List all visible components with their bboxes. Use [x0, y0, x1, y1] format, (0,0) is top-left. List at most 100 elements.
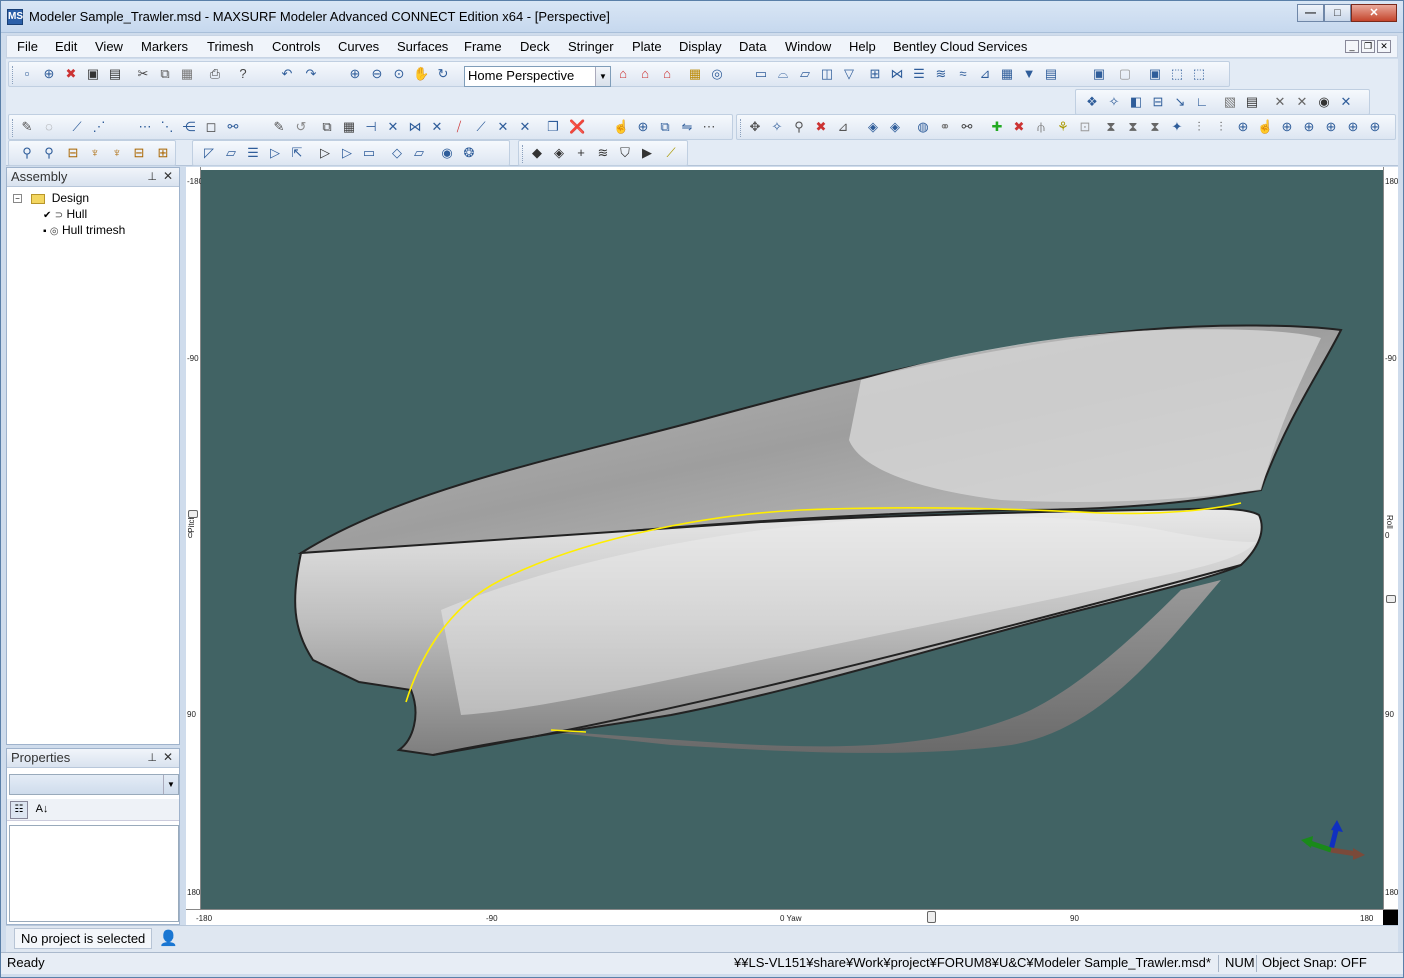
toolbar-grip[interactable] — [522, 145, 525, 163]
pan-icon[interactable]: ✋ — [413, 66, 429, 82]
control-points-icon[interactable]: ⊞ — [867, 66, 883, 82]
copy-curve-icon[interactable]: ⧉ — [319, 119, 335, 135]
surface-options-icon[interactable]: ⊕ — [1367, 119, 1383, 135]
app-icon[interactable]: MS — [7, 9, 23, 25]
waterlines-icon[interactable]: ≈ — [955, 66, 971, 82]
info-icon[interactable]: ⊡ — [1077, 119, 1093, 135]
menu-curves[interactable]: Curves — [338, 39, 379, 54]
menu-plate[interactable]: Plate — [632, 39, 662, 54]
menu-deck[interactable]: Deck — [520, 39, 550, 54]
tree-item-hull-trimesh[interactable]: ▪ ◎ Hull trimesh — [43, 223, 125, 237]
play-icon[interactable]: ▷ — [317, 145, 333, 161]
menu-help[interactable]: Help — [849, 39, 876, 54]
arc-icon[interactable]: ◌ — [41, 119, 57, 135]
menu-frame[interactable]: Frame — [464, 39, 502, 54]
stringer-icon[interactable]: ⊟ — [1150, 94, 1166, 110]
menu-display[interactable]: Display — [679, 39, 722, 54]
molecule-icon[interactable]: ❂ — [461, 145, 477, 161]
new-design-icon[interactable]: ⊕ — [41, 66, 57, 82]
light-icon[interactable]: ⟋ — [663, 145, 679, 161]
assembly-icon[interactable]: ▦ — [687, 66, 703, 82]
line-icon[interactable]: ⟋ — [69, 119, 85, 135]
plus-icon[interactable]: + — [573, 145, 589, 161]
toolbar-grip[interactable] — [12, 119, 15, 137]
body-plan-view-icon[interactable]: ◫ — [819, 66, 835, 82]
transform-icon[interactable]: ✦ — [1169, 119, 1185, 135]
set-home-icon[interactable]: ⌂ — [637, 66, 653, 82]
help-icon[interactable]: ? — [235, 66, 251, 82]
perspective-view-icon[interactable]: ▭ — [753, 66, 769, 82]
explode-icon[interactable]: ⇱ — [289, 145, 305, 161]
zoom-out-icon[interactable]: ⊖ — [369, 66, 385, 82]
select-vis-icon[interactable]: ♆ — [109, 145, 125, 161]
table-icon[interactable]: ▦ — [999, 66, 1015, 82]
align-column-icon[interactable]: ⧗ — [1147, 119, 1163, 135]
move-point-icon[interactable]: ⋱ — [159, 119, 175, 135]
marker-fit-icon[interactable]: ⊿ — [835, 119, 851, 135]
collapse-icon[interactable]: − — [13, 194, 22, 204]
menu-trimesh[interactable]: Trimesh — [207, 39, 253, 54]
stack-view-icon[interactable]: ☰ — [245, 145, 261, 161]
plan-view-icon[interactable]: ⌓ — [775, 66, 791, 82]
close-file-icon[interactable]: ✖ — [63, 66, 79, 82]
roll-slider-handle[interactable] — [1386, 595, 1396, 603]
plate-icon[interactable]: ▧ — [1222, 94, 1238, 110]
save-as-icon[interactable]: ▤ — [107, 66, 123, 82]
menu-view[interactable]: View — [95, 39, 123, 54]
straighten-icon[interactable]: ⫶ — [1191, 119, 1207, 135]
marker-delete-icon[interactable]: ✖ — [813, 119, 829, 135]
group-icon[interactable]: ⚯ — [959, 119, 975, 135]
select-bulb-icon[interactable]: ♆ — [87, 145, 103, 161]
slice-icon[interactable]: ▷ — [267, 145, 283, 161]
surface-fit-icon[interactable]: ⊕ — [1279, 119, 1295, 135]
hull-render[interactable] — [201, 170, 1383, 909]
weight-icon[interactable]: ◍ — [915, 119, 931, 135]
home-view-icon[interactable]: ⌂ — [615, 66, 631, 82]
duplicate-icon[interactable]: ❐ — [545, 119, 561, 135]
add-row-icon[interactable]: ✚ — [989, 119, 1005, 135]
save-icon[interactable]: ▣ — [85, 66, 101, 82]
copy-icon[interactable]: ⧉ — [157, 66, 173, 82]
bond-icon[interactable]: ⚭ — [937, 119, 953, 135]
yaw-slider-handle[interactable] — [927, 911, 936, 923]
marker-move-icon[interactable]: ⚲ — [791, 119, 807, 135]
surface-flip-icon[interactable]: ⇋ — [679, 119, 695, 135]
cross-icon[interactable]: ✕ — [495, 119, 511, 135]
menu-data[interactable]: Data — [739, 39, 766, 54]
compact-icon[interactable]: ⚘ — [1055, 119, 1071, 135]
insert-column-icon[interactable]: ⫛ — [1033, 119, 1049, 135]
tree-item-hull[interactable]: ✔ ⊃ Hull — [43, 207, 87, 221]
axis-icon[interactable]: ∟ — [1194, 94, 1210, 110]
select-color-icon[interactable]: ⊟ — [131, 145, 147, 161]
select-lock-icon[interactable]: ⊟ — [65, 145, 81, 161]
curvature-icon[interactable]: ▼ — [1021, 66, 1037, 82]
flat-icon[interactable]: ▱ — [223, 145, 239, 161]
chevron-down-icon[interactable]: ▼ — [163, 775, 178, 794]
surface-add-icon[interactable]: ⊕ — [635, 119, 651, 135]
shaded-icon[interactable]: ◆ — [529, 145, 545, 161]
display-screen-icon[interactable]: ▣ — [1091, 66, 1107, 82]
menu-file[interactable]: File — [17, 39, 38, 54]
net-icon[interactable]: ⋈ — [889, 66, 905, 82]
intersect-icon[interactable]: ✕ — [385, 119, 401, 135]
zoom-icon[interactable]: ⊕ — [347, 66, 363, 82]
eye-icon[interactable]: ◉ — [439, 145, 455, 161]
split-icon[interactable]: ⋈ — [407, 119, 423, 135]
model-canvas[interactable] — [201, 170, 1383, 909]
wireframe-icon[interactable]: ◈ — [551, 145, 567, 161]
align-row-icon[interactable]: ⧗ — [1125, 119, 1141, 135]
pin-icon[interactable]: ⊥ — [147, 170, 157, 183]
grid-icon[interactable]: ▤ — [1043, 66, 1059, 82]
rotate-icon[interactable]: ↻ — [435, 66, 451, 82]
select-more-icon[interactable]: ⊞ — [155, 145, 171, 161]
box-icon[interactable]: ◻ — [203, 119, 219, 135]
pitch-ruler[interactable]: -180 -90 0 90 180 Pitch — [186, 167, 203, 909]
zoom-window-icon[interactable]: ⊙ — [391, 66, 407, 82]
cross-alt-icon[interactable]: ✕ — [517, 119, 533, 135]
flip-icon[interactable]: ◸ — [201, 145, 217, 161]
buttocks-icon[interactable]: ≋ — [933, 66, 949, 82]
redraw-icon[interactable]: ↺ — [293, 119, 309, 135]
surface-flex-icon[interactable]: ⊕ — [1345, 119, 1361, 135]
undo-icon[interactable]: ↶ — [279, 66, 295, 82]
delete-curve-icon[interactable]: ❌ — [569, 119, 585, 135]
